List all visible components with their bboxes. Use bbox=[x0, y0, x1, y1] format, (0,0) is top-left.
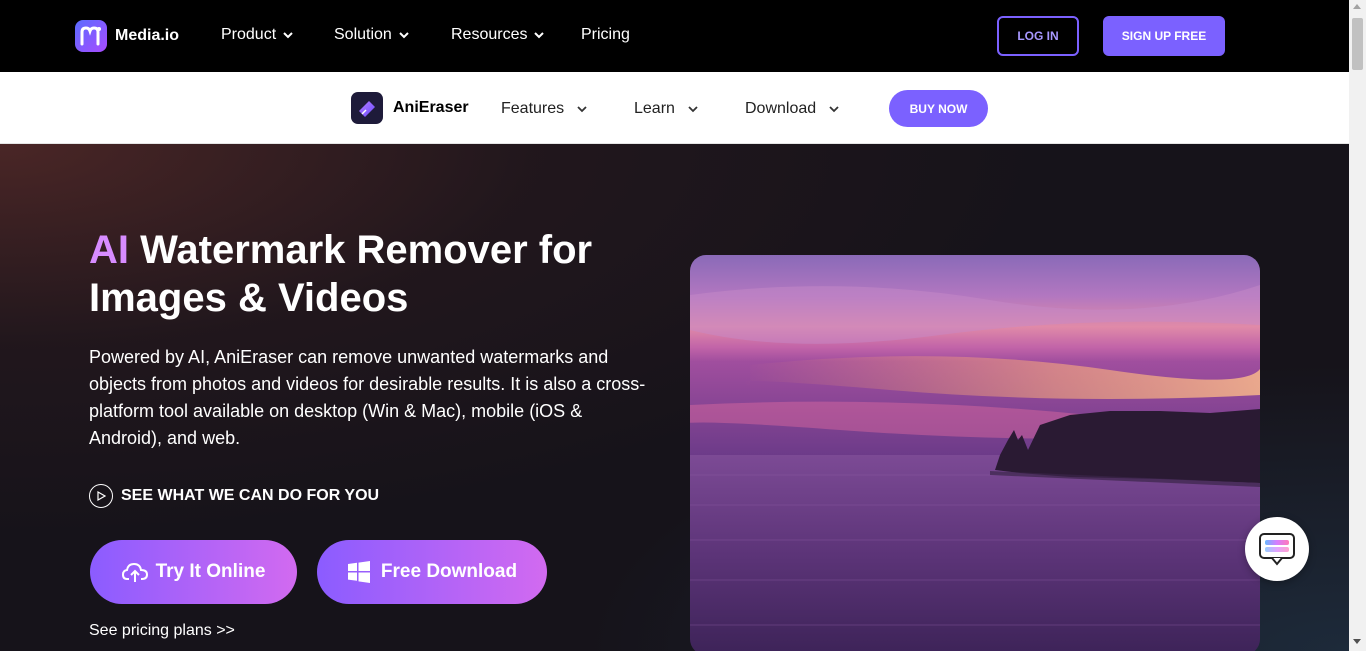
nav-resources[interactable]: Resources bbox=[451, 26, 545, 44]
product-subnav: AniEraser Features Learn Download BUY NO… bbox=[0, 72, 1349, 144]
hero-title-ai: AI bbox=[89, 228, 129, 272]
hero-title: AI Watermark Remover for Images & Videos bbox=[89, 226, 649, 322]
nav-product[interactable]: Product bbox=[221, 26, 294, 44]
nav-product-label: Product bbox=[221, 26, 277, 43]
chevron-down-icon bbox=[688, 106, 698, 113]
chevron-down-icon bbox=[283, 32, 293, 39]
buy-now-button[interactable]: BUY NOW bbox=[889, 90, 988, 127]
see-what-label: SEE WHAT WE CAN DO FOR YOU bbox=[121, 487, 380, 504]
free-download-label: Free Download bbox=[380, 561, 518, 582]
nav-solution-label: Solution bbox=[334, 26, 392, 43]
mediaio-logo[interactable]: Media.io bbox=[75, 20, 179, 52]
mediaio-logo-icon bbox=[75, 20, 107, 52]
sunset-sea-image bbox=[690, 255, 1260, 651]
chat-icon bbox=[1259, 533, 1295, 566]
subnav-features-label: Features bbox=[501, 100, 565, 117]
hero-title-rest: Watermark Remover for Images & Videos bbox=[89, 228, 593, 320]
subnav-learn[interactable]: Learn bbox=[634, 100, 699, 118]
subnav-download[interactable]: Download bbox=[745, 100, 840, 118]
signup-button[interactable]: SIGN UP FREE bbox=[1103, 16, 1225, 56]
nav-pricing-label: Pricing bbox=[581, 26, 630, 43]
chevron-down-icon bbox=[399, 32, 409, 39]
hero-section: AI Watermark Remover for Images & Videos… bbox=[0, 144, 1349, 651]
hero-description: Powered by AI, AniEraser can remove unwa… bbox=[89, 347, 646, 448]
product-name: AniEraser bbox=[393, 99, 469, 116]
chat-support-button[interactable] bbox=[1245, 517, 1309, 581]
pricing-plans-link[interactable]: See pricing plans >> bbox=[89, 622, 235, 640]
page-scrollbar[interactable] bbox=[1349, 0, 1366, 651]
subnav-learn-label: Learn bbox=[634, 100, 675, 117]
chevron-down-icon bbox=[829, 106, 839, 113]
nav-solution[interactable]: Solution bbox=[334, 26, 410, 44]
scroll-down-arrow-icon[interactable] bbox=[1353, 639, 1361, 644]
nav-resources-label: Resources bbox=[451, 26, 528, 43]
try-online-label: Try It Online bbox=[155, 561, 266, 582]
windows-icon bbox=[347, 561, 370, 583]
subnav-features[interactable]: Features bbox=[501, 100, 588, 118]
scrollbar-thumb[interactable] bbox=[1352, 18, 1363, 70]
play-icon bbox=[89, 484, 113, 508]
chevron-down-icon bbox=[577, 106, 587, 113]
anieraser-logo[interactable]: AniEraser bbox=[351, 92, 469, 124]
try-online-button[interactable]: Try It Online bbox=[90, 540, 297, 604]
logo-text: Media.io bbox=[115, 27, 180, 44]
free-download-button[interactable]: Free Download bbox=[317, 540, 547, 604]
anieraser-logo-icon bbox=[351, 92, 383, 124]
see-what-link[interactable]: SEE WHAT WE CAN DO FOR YOU bbox=[89, 484, 379, 508]
cloud-upload-icon bbox=[121, 562, 148, 582]
chevron-down-icon bbox=[534, 32, 545, 39]
nav-pricing[interactable]: Pricing bbox=[581, 26, 630, 44]
subnav-download-label: Download bbox=[745, 100, 817, 117]
top-navigation: Media.io Product Solution Resources Pric… bbox=[0, 0, 1349, 72]
scroll-up-arrow-icon[interactable] bbox=[1353, 4, 1361, 9]
login-button[interactable]: LOG IN bbox=[997, 16, 1079, 56]
